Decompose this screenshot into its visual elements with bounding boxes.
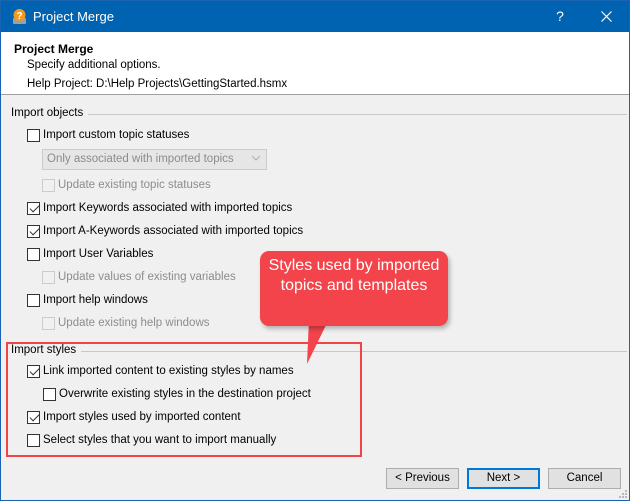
checkbox[interactable] [27, 293, 40, 307]
page-subtitle: Specify additional options. [27, 59, 161, 71]
checkbox[interactable] [27, 201, 40, 215]
title-bar: ? Project Merge ? [1, 1, 629, 32]
svg-text:?: ? [16, 11, 22, 22]
import-keywords-checkbox[interactable]: Import Keywords associated with imported… [27, 199, 292, 217]
callout-text: Styles used by imported topics and templ… [268, 257, 440, 294]
import-objects-label: Import objects [11, 107, 89, 119]
checkbox[interactable] [27, 224, 40, 238]
cancel-button[interactable]: Cancel [548, 468, 621, 489]
checkbox-label: Import Keywords associated with imported… [43, 202, 293, 214]
checkbox[interactable] [27, 128, 40, 142]
close-button[interactable] [583, 1, 629, 32]
chevron-down-icon [252, 155, 260, 161]
checkbox[interactable] [42, 270, 55, 284]
help-button[interactable]: ? [537, 1, 583, 32]
select-value: Only associated with imported topics [47, 153, 234, 165]
help-project-icon: ? [13, 9, 26, 24]
help-project-path: Help Project: D:\Help Projects\GettingSt… [27, 78, 288, 90]
checkbox-label: Import help windows [43, 294, 148, 306]
close-icon [600, 11, 612, 22]
checkbox-label: Update values of existing variables [58, 271, 236, 283]
checkbox[interactable] [27, 247, 40, 261]
page-title: Project Merge [14, 42, 94, 56]
checkbox-label: Update existing help windows [58, 317, 210, 329]
update-existing-topic-statuses-checkbox[interactable]: Update existing topic statuses [42, 176, 211, 194]
update-existing-variables-checkbox[interactable]: Update values of existing variables [42, 268, 236, 286]
import-objects-divider [13, 114, 627, 115]
checkbox-label: Update existing topic statuses [58, 179, 211, 191]
import-a-keywords-checkbox[interactable]: Import A-Keywords associated with import… [27, 222, 303, 240]
checkbox[interactable] [42, 178, 55, 192]
checkbox-label: Import A-Keywords associated with import… [43, 225, 304, 237]
update-existing-help-windows-checkbox[interactable]: Update existing help windows [42, 314, 210, 332]
import-user-variables-checkbox[interactable]: Import User Variables [27, 245, 153, 263]
next-button[interactable]: Next > [467, 468, 540, 489]
topic-status-select[interactable]: Only associated with imported topics [42, 149, 267, 170]
wizard-header: Project Merge Specify additional options… [1, 32, 629, 95]
checkbox-label: Import User Variables [43, 248, 154, 260]
previous-button[interactable]: < Previous [386, 468, 459, 489]
import-custom-topic-statuses-checkbox[interactable]: Import custom topic statuses [27, 126, 189, 144]
resize-grip-icon[interactable] [617, 488, 627, 498]
checkbox[interactable] [42, 316, 55, 330]
import-help-windows-checkbox[interactable]: Import help windows [27, 291, 148, 309]
window-title: Project Merge [33, 9, 114, 24]
annotation-callout: Styles used by imported topics and templ… [260, 251, 448, 326]
checkbox-label: Import custom topic statuses [43, 129, 190, 141]
project-merge-dialog: ? Project Merge ? Project Merge Specify … [0, 0, 630, 501]
